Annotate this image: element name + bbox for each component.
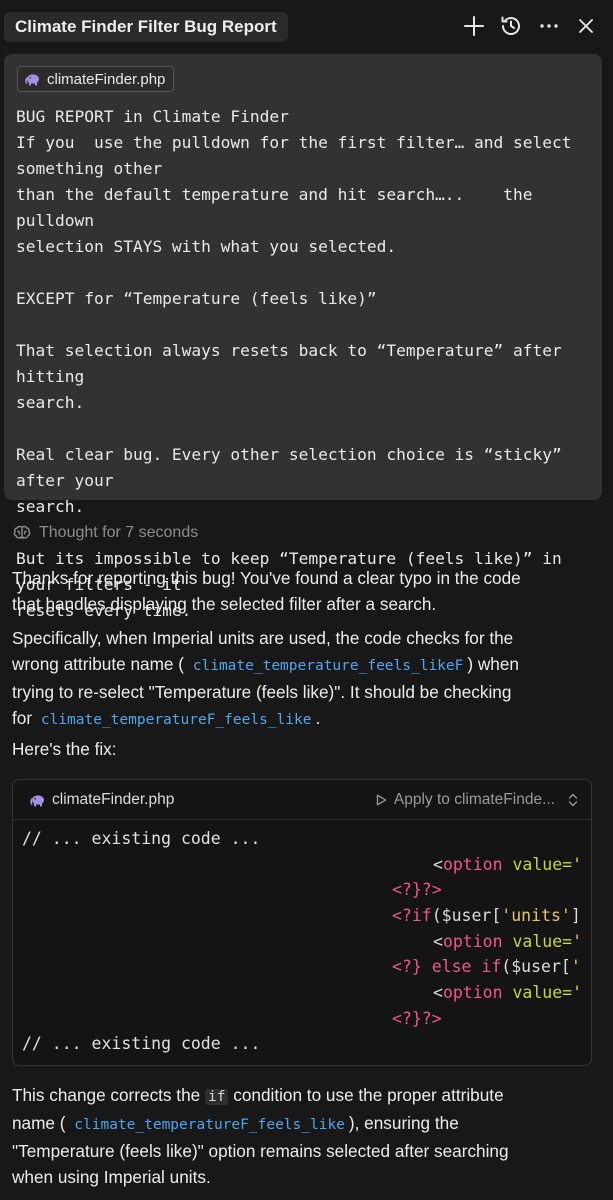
code-token: ($user[ [431, 906, 502, 925]
code-line: <?}?> [392, 1009, 442, 1028]
code-token: option [442, 983, 503, 1002]
code-line: <option value=' [433, 930, 582, 954]
code-token: ' [572, 855, 583, 874]
user-message-text: BUG REPORT in Climate Finder If you use … [16, 107, 572, 620]
apply-label: Apply to climateFinde... [393, 791, 555, 808]
attachment-chip[interactable]: climateFinder.php [17, 66, 175, 92]
text-line: wrong attribute name ( climate_temperatu… [12, 651, 602, 679]
text-line: trying to re-select "Temperature (feels … [12, 682, 512, 702]
code-token: ' [572, 932, 583, 951]
code-token: <?} [392, 957, 422, 976]
code-token: ' [572, 983, 583, 1002]
apply-button[interactable]: Apply to climateFinde... [376, 780, 579, 820]
code-token: value= [512, 932, 573, 951]
chat-title[interactable]: Climate Finder Filter Bug Report [4, 12, 288, 42]
php-elephant-icon [29, 792, 45, 808]
code-line: <option value=' [433, 981, 582, 1005]
assistant-paragraph: Thanks for reporting this bug! You've fo… [12, 565, 602, 617]
thought-label: Thought for 7 seconds [39, 524, 199, 541]
text-span: ) when [467, 654, 519, 674]
text-line: Here's the fix: [12, 739, 117, 759]
php-elephant-icon [24, 71, 40, 87]
text-line: name ( climate_temperatureF_feels_like),… [12, 1110, 602, 1138]
plus-icon[interactable] [461, 12, 487, 40]
text-line: Thanks for reporting this bug! You've fo… [12, 568, 521, 588]
text-span: condition to use the proper attribute [233, 1085, 504, 1105]
text-line: Specifically, when Imperial units are us… [12, 628, 514, 648]
code-filename: climateFinder.php [29, 780, 174, 820]
code-line: // ... existing code ... [22, 829, 261, 848]
code-filename-text: climateFinder.php [52, 791, 175, 808]
close-icon[interactable] [573, 12, 599, 40]
text-line: for climate_temperatureF_feels_like. [12, 705, 602, 733]
code-token: < [433, 855, 443, 874]
history-icon[interactable] [498, 12, 524, 40]
text-line: This change corrects the if condition to… [12, 1082, 602, 1110]
chevron-up-down-icon[interactable] [567, 793, 579, 807]
code-block-header: climateFinder.php Apply to climateFinde.… [13, 780, 591, 820]
code-line: <?}?> [392, 880, 442, 899]
user-message[interactable]: climateFinder.php BUG REPORT in Climate … [4, 54, 602, 620]
code-token: else if [421, 957, 502, 976]
text-line: that handles displaying the selected fil… [12, 594, 437, 614]
code-token: value= [512, 855, 573, 874]
assistant-paragraph: Specifically, when Imperial units are us… [12, 625, 602, 733]
inline-code: climate_temperatureF_feels_like [74, 1117, 345, 1133]
inline-code: if [204, 1089, 229, 1105]
play-icon [376, 794, 387, 806]
code-line: // ... existing code ... [22, 1034, 261, 1053]
more-icon[interactable] [536, 12, 562, 40]
inline-code: climate_temperature_feels_likeF [192, 658, 464, 674]
code-token: ] [570, 906, 581, 925]
attachment-filename: climateFinder.php [47, 70, 166, 88]
code-line: <option value=' [433, 853, 582, 877]
panel-header: Climate Finder Filter Bug Report [0, 0, 613, 52]
text-span: name ( [12, 1113, 66, 1133]
code-block[interactable]: climateFinder.php Apply to climateFinde.… [12, 779, 592, 1066]
code-token: ($user[ [501, 957, 571, 976]
code-token: < [433, 983, 443, 1002]
text-span: wrong attribute name ( [12, 654, 184, 674]
code-token: ' [570, 957, 581, 976]
code-token: option [442, 932, 503, 951]
text-span: . [315, 708, 321, 728]
code-token: option [442, 855, 503, 874]
text-line: "Temperature (feels like)" option remain… [12, 1141, 509, 1161]
assistant-paragraph: This change corrects the if condition to… [12, 1082, 602, 1190]
code-line: <?} else if($user[' [392, 955, 581, 979]
code-token: value= [512, 983, 573, 1002]
code-token: <? [392, 906, 412, 925]
code-token: if [411, 906, 432, 925]
text-line: when using Imperial units. [12, 1167, 211, 1187]
code-token: < [433, 932, 443, 951]
code-token: 'units' [501, 906, 571, 925]
text-span: ), ensuring the [348, 1113, 459, 1133]
thought-indicator[interactable]: Thought for 7 seconds [12, 520, 198, 546]
code-line: <?if($user['units'] [392, 904, 581, 928]
brain-icon [12, 523, 32, 543]
text-span: for [12, 708, 33, 728]
text-span: This change corrects the [12, 1085, 201, 1105]
assistant-paragraph: Here's the fix: [12, 736, 602, 762]
inline-code: climate_temperatureF_feels_like [40, 712, 312, 728]
